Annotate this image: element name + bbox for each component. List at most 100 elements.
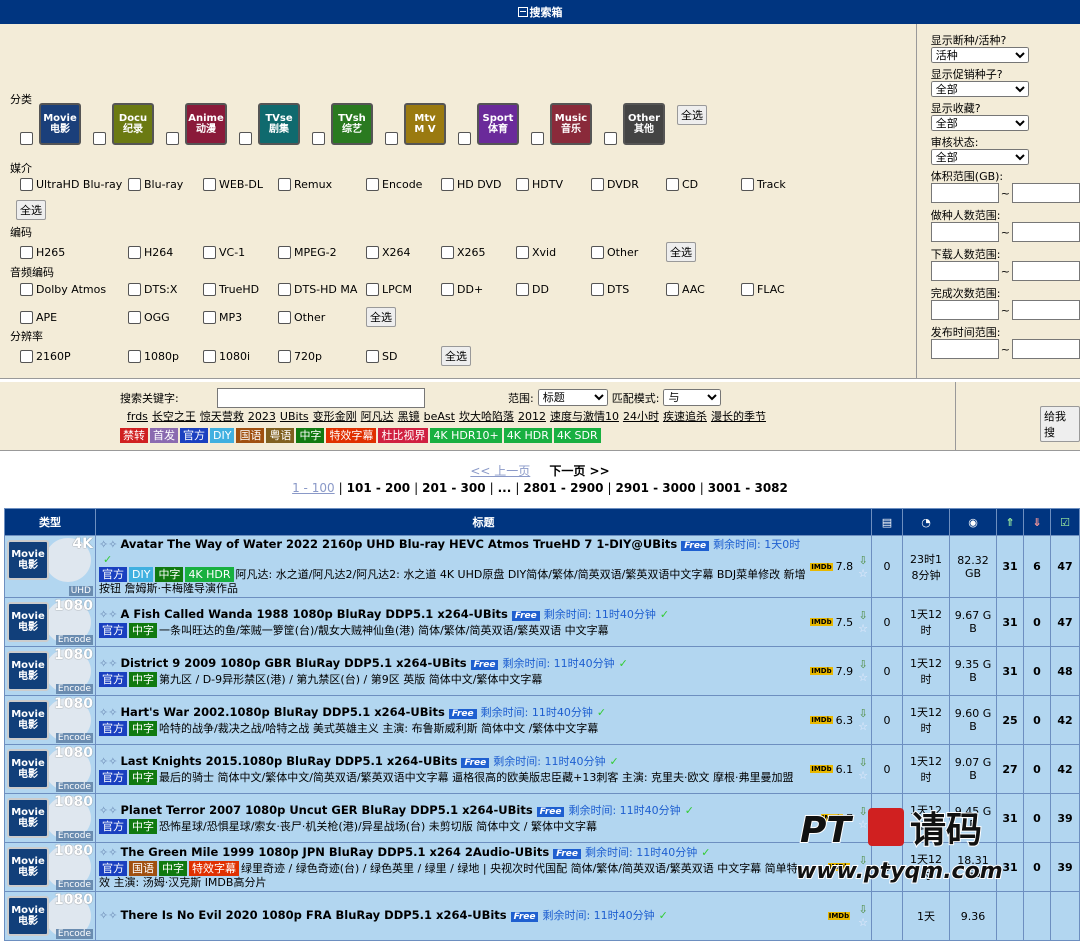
torrent-title-link[interactable]: The Green Mile 1999 1080p JPN BluRay DDP…	[120, 845, 549, 859]
hot-keyword-link[interactable]: 速度与激情10	[550, 410, 619, 423]
leechers-count[interactable]: 0	[1023, 646, 1051, 696]
comments-count[interactable]: 0	[871, 695, 903, 745]
checkbox[interactable]	[441, 178, 454, 191]
leechers-count[interactable]: 6	[1023, 535, 1051, 598]
audio-option[interactable]: OGG	[128, 310, 203, 324]
seeders-count[interactable]: 27	[996, 744, 1024, 794]
leechers-count[interactable]: 0	[1023, 597, 1051, 647]
torrent-title-link[interactable]: There Is No Evil 2020 1080p FRA BluRay D…	[120, 908, 506, 922]
torrent-title-link[interactable]: Hart's War 2002.1080p BluRay DDP5.1 x264…	[120, 705, 444, 719]
hot-keyword-link[interactable]: UBits	[280, 410, 309, 423]
completed-count[interactable]: 42	[1050, 695, 1080, 745]
download-icon[interactable]: ⇩	[858, 756, 867, 769]
search-box-header[interactable]: 搜索箱	[0, 0, 1080, 24]
torrent-row[interactable]: Movie 电影 1080 Encode ✧✧ The Green Mile 1999 1…	[4, 842, 1080, 892]
torrent-row[interactable]: Movie 电影 1080 Encode ✧✧ There Is No Evil 2020…	[4, 891, 1080, 941]
download-icon[interactable]: ⇩	[858, 554, 867, 567]
checkbox[interactable]	[20, 283, 33, 296]
page-range-link[interactable]: 101 - 200	[347, 481, 410, 495]
bookmark-icon[interactable]: ✧✧	[99, 846, 117, 859]
bookmark-icon[interactable]: ✧✧	[99, 909, 117, 922]
category-item[interactable]: Other 其他	[604, 103, 665, 145]
hot-keyword-link[interactable]: 坎大哈陷落	[459, 410, 514, 423]
audio-option[interactable]: Other	[278, 310, 366, 324]
hot-keyword-link[interactable]: frds	[127, 410, 148, 423]
checkbox[interactable]	[278, 245, 291, 259]
torrent-title-link[interactable]: A Fish Called Wanda 1988 1080p BluRay DD…	[120, 607, 507, 621]
checkbox[interactable]	[203, 310, 216, 324]
header-type[interactable]: 类型	[4, 508, 96, 536]
tag-filter[interactable]: 杜比视界	[378, 428, 429, 443]
resolution-select-all-button[interactable]: 全选	[441, 346, 471, 366]
favorite-star-icon[interactable]: ☆	[858, 769, 868, 782]
audio-option[interactable]: FLAC	[741, 283, 801, 296]
type-cell[interactable]: Movie 电影 4K UHD	[4, 535, 96, 598]
completed-count[interactable]: 42	[1050, 744, 1080, 794]
audio-option[interactable]: DD+	[441, 283, 516, 296]
tag-filter[interactable]: 粤语	[266, 428, 295, 443]
favorite-star-icon[interactable]: ☆	[858, 916, 868, 929]
hot-keyword-link[interactable]: 疾速追杀	[663, 410, 707, 423]
checkbox[interactable]	[278, 349, 291, 363]
audio-option[interactable]: LPCM	[366, 283, 441, 296]
torrent-row[interactable]: Movie 电影 1080 Encode ✧✧ District 9 2009 1080p…	[4, 646, 1080, 696]
category-item[interactable]: Mtv M V	[385, 103, 446, 145]
audio-option[interactable]: MP3	[203, 310, 278, 324]
page-range-link[interactable]: 201 - 300	[422, 481, 485, 495]
checkbox[interactable]	[128, 283, 141, 296]
favorite-star-icon[interactable]: ☆	[858, 567, 868, 580]
audio-option[interactable]: DD	[516, 283, 591, 296]
category-movie-icon[interactable]: Movie 电影	[7, 749, 49, 789]
medium-option[interactable]: DVDR	[591, 178, 666, 191]
category-mtv-icon[interactable]: Mtv M V	[404, 103, 446, 145]
medium-option[interactable]: HD DVD	[441, 178, 516, 191]
seeders-max-input[interactable]	[1012, 222, 1080, 242]
category-movie-icon[interactable]: Movie 电影	[7, 602, 49, 642]
checkbox[interactable]	[20, 310, 33, 324]
checkbox[interactable]	[591, 245, 604, 259]
medium-option[interactable]: Track	[741, 178, 801, 191]
bookmark-icon[interactable]: ✧✧	[99, 755, 117, 768]
audio-option[interactable]: DTS:X	[128, 283, 203, 296]
checkbox[interactable]	[20, 245, 33, 259]
leechers-count[interactable]	[1023, 891, 1051, 941]
favorite-star-icon[interactable]: ☆	[858, 671, 868, 684]
bookmark-icon[interactable]: ✧✧	[99, 538, 117, 551]
checkbox[interactable]	[516, 245, 529, 259]
checkbox[interactable]	[128, 310, 141, 324]
checkbox[interactable]	[20, 349, 33, 363]
resolution-option[interactable]: 1080p	[128, 349, 203, 363]
checkbox[interactable]	[366, 245, 379, 259]
codec-option[interactable]: X264	[366, 245, 441, 259]
next-page-link[interactable]: 下一页 >>	[549, 464, 609, 478]
medium-option[interactable]: CD	[666, 178, 741, 191]
medium-select-all-button[interactable]: 全选	[16, 200, 46, 220]
completed-icon[interactable]: ☑	[1050, 508, 1080, 536]
seeders-count[interactable]: 31	[996, 793, 1024, 843]
hot-keyword-link[interactable]: 2023	[248, 410, 276, 423]
completed-count[interactable]: 39	[1050, 842, 1080, 892]
match-select[interactable]: 与	[663, 389, 722, 406]
bookmark-icon[interactable]: ✧✧	[99, 706, 117, 719]
hot-keyword-link[interactable]: 阿凡达	[361, 410, 394, 423]
leechers-icon[interactable]: ⇓	[1023, 508, 1051, 536]
checkbox[interactable]	[516, 283, 529, 296]
download-icon[interactable]: ⇩	[858, 903, 867, 916]
medium-option[interactable]: WEB-DL	[203, 178, 278, 191]
category-other-icon[interactable]: Other 其他	[623, 103, 665, 145]
checkbox[interactable]	[366, 349, 379, 363]
checkbox[interactable]	[166, 132, 179, 145]
checkbox[interactable]	[312, 132, 325, 145]
type-cell[interactable]: Movie 电影 1080 Encode	[4, 744, 96, 794]
date-max-input[interactable]	[1012, 339, 1080, 359]
tag-filter[interactable]: 4K SDR	[553, 428, 601, 443]
audio-option[interactable]: APE	[20, 310, 128, 324]
fav-select[interactable]: 全部	[930, 115, 1029, 131]
category-item[interactable]: Docu 纪录	[93, 103, 154, 145]
tag-filter[interactable]: DIY	[210, 428, 235, 443]
comments-count[interactable]: 0	[871, 842, 903, 892]
page-range-link[interactable]: ...	[498, 481, 512, 495]
tag-filter[interactable]: 禁转	[120, 428, 148, 443]
category-tvse-icon[interactable]: TVse 剧集	[258, 103, 300, 145]
hot-keyword-link[interactable]: 漫长的季节	[711, 410, 766, 423]
